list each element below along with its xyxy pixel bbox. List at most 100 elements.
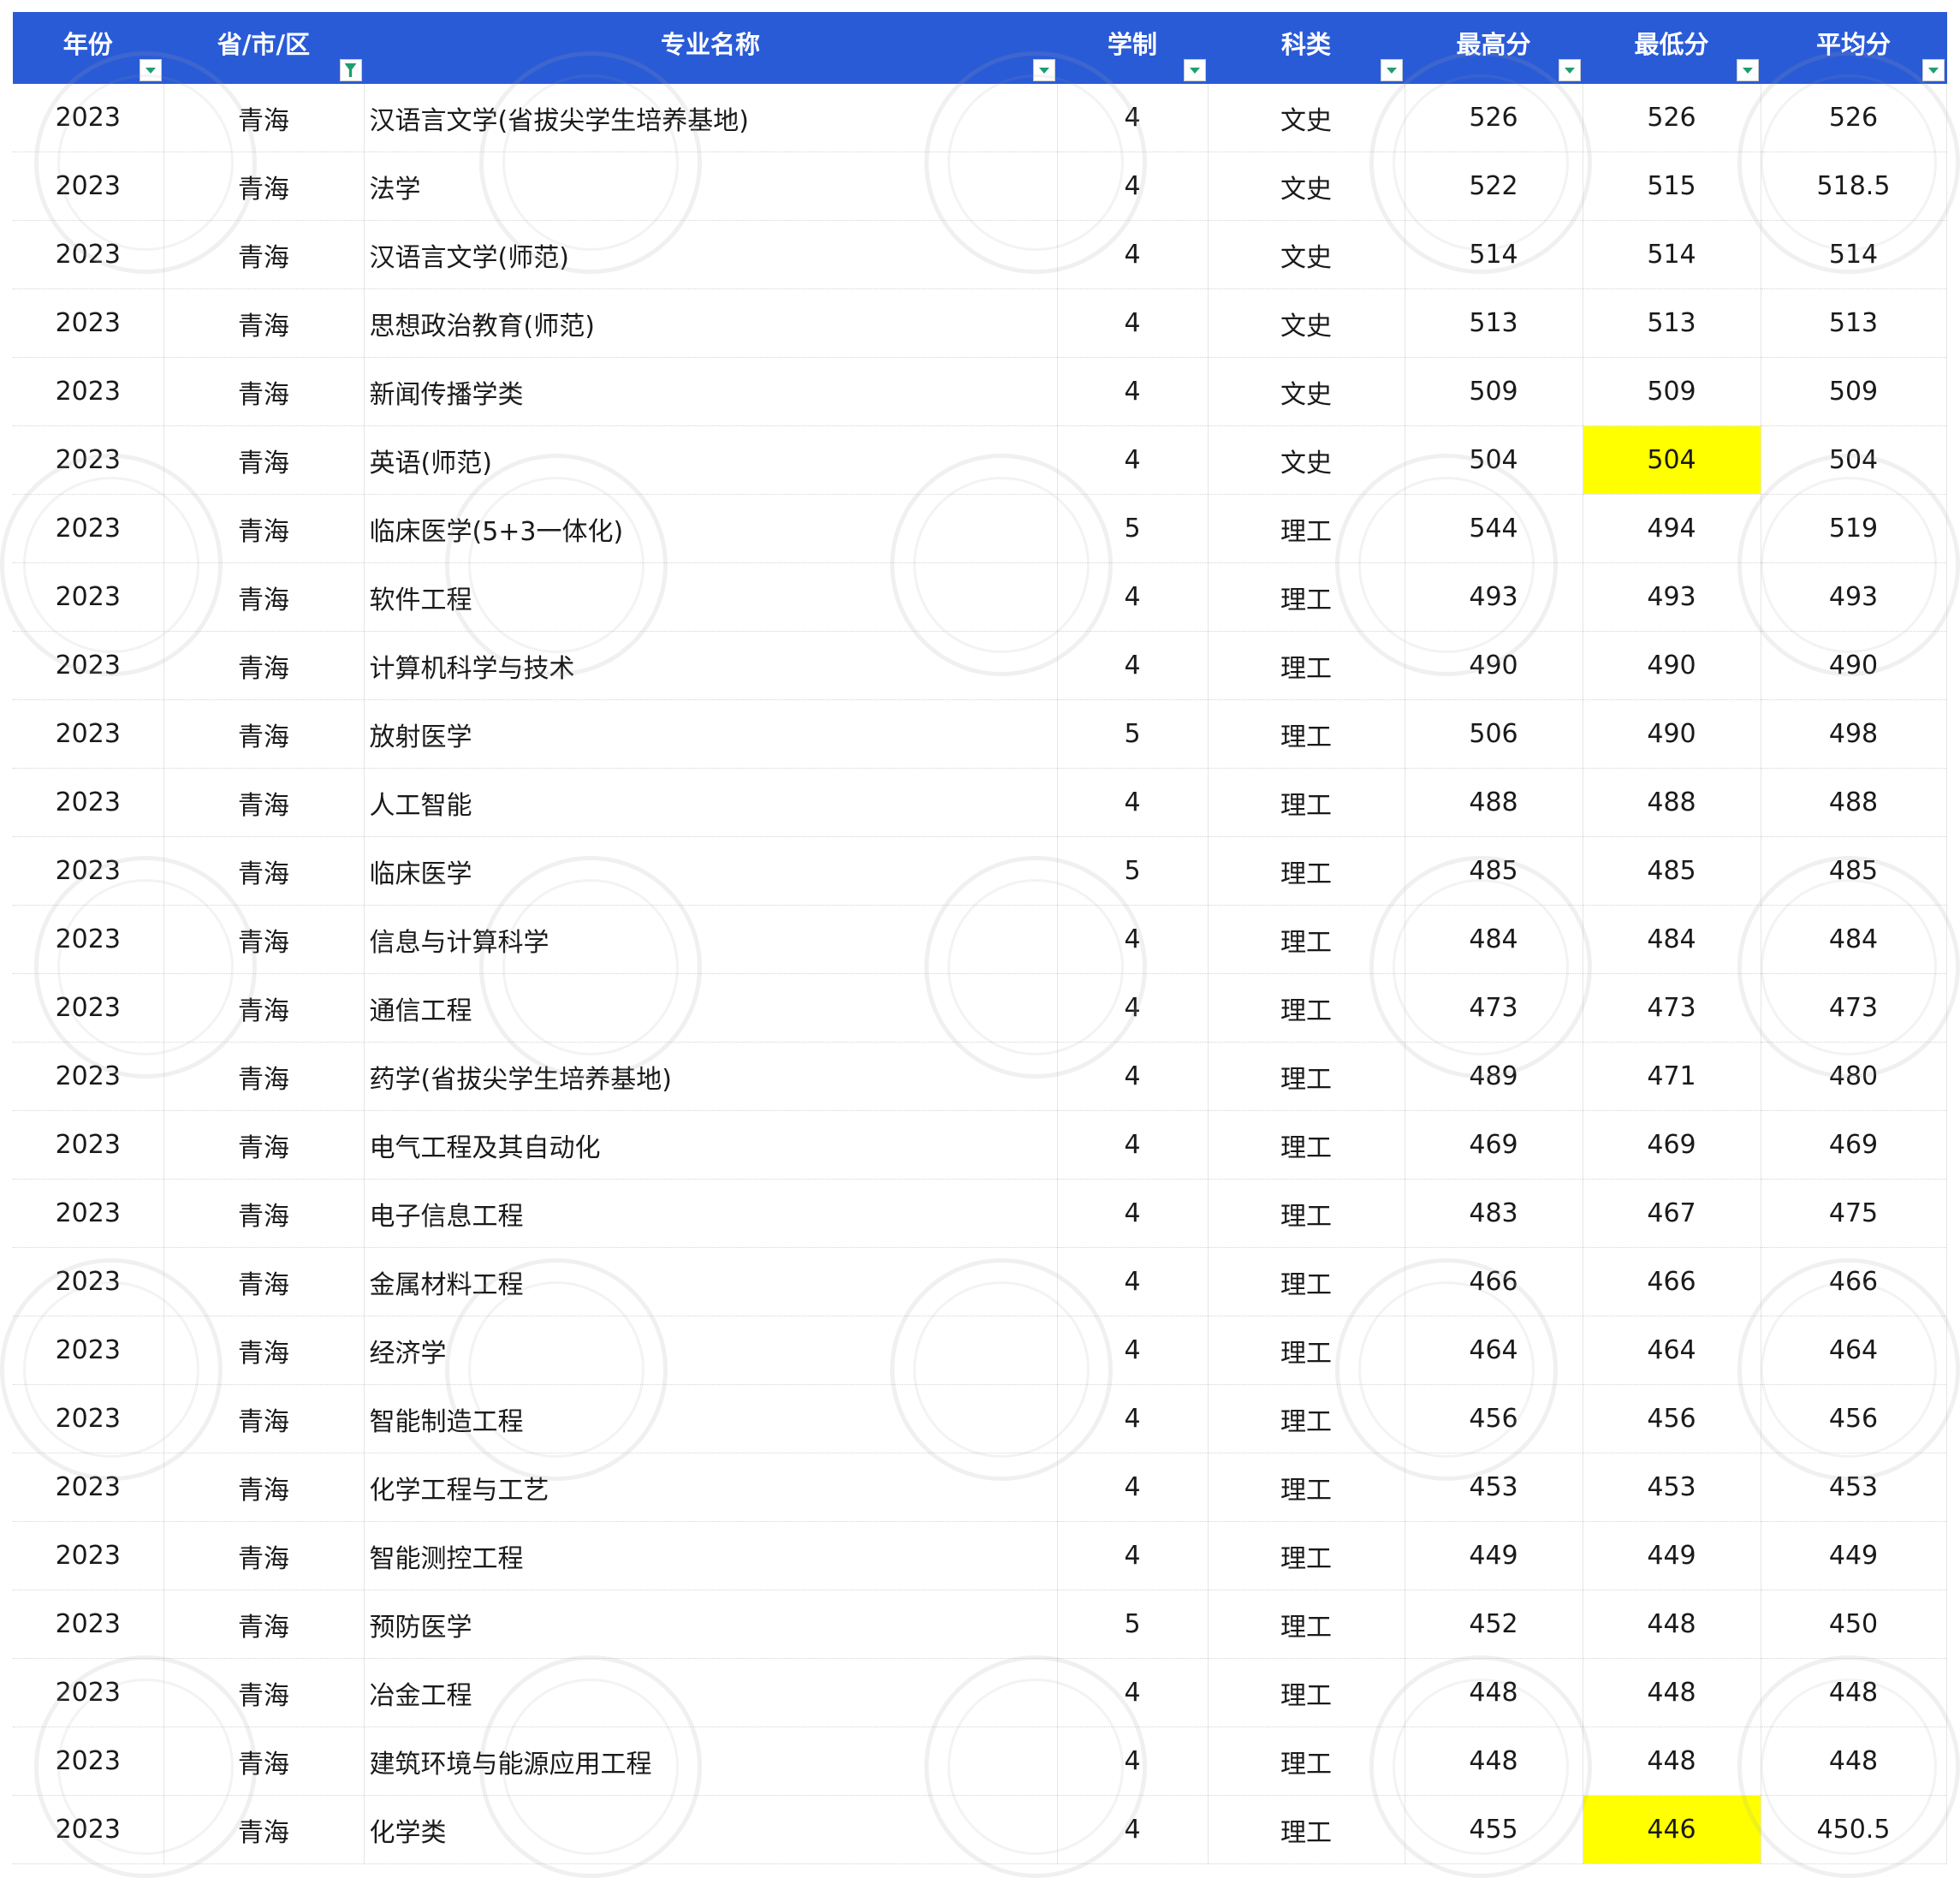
cell-category[interactable]: 理工 (1208, 631, 1405, 700)
column-header-max[interactable]: 最高分 (1405, 12, 1583, 84)
cell-min[interactable]: 448 (1583, 1726, 1761, 1796)
cell-major[interactable]: 软件工程 (364, 562, 1058, 632)
cell-max[interactable]: 504 (1405, 425, 1583, 495)
cell-category[interactable]: 理工 (1208, 494, 1405, 563)
cell-min[interactable]: 473 (1583, 973, 1761, 1043)
cell-max[interactable]: 466 (1405, 1247, 1583, 1316)
cell-duration[interactable]: 5 (1057, 699, 1209, 769)
cell-category[interactable]: 文史 (1208, 425, 1405, 495)
cell-min[interactable]: 484 (1583, 905, 1761, 974)
cell-min[interactable]: 494 (1583, 494, 1761, 563)
cell-province[interactable]: 青海 (163, 152, 365, 221)
cell-province[interactable]: 青海 (163, 1658, 365, 1727)
cell-category[interactable]: 理工 (1208, 768, 1405, 837)
cell-avg[interactable]: 498 (1761, 699, 1947, 769)
cell-major[interactable]: 计算机科学与技术 (364, 631, 1058, 700)
filter-dropdown-icon[interactable] (1032, 59, 1055, 81)
cell-min[interactable]: 526 (1583, 84, 1761, 152)
cell-category[interactable]: 文史 (1208, 220, 1405, 289)
cell-duration[interactable]: 4 (1057, 631, 1209, 700)
cell-province[interactable]: 青海 (163, 425, 365, 495)
cell-avg[interactable]: 469 (1761, 1110, 1947, 1180)
cell-max[interactable]: 522 (1405, 152, 1583, 221)
column-header-province[interactable]: 省/市/区 (163, 12, 365, 84)
cell-avg[interactable]: 493 (1761, 562, 1947, 632)
cell-avg[interactable]: 490 (1761, 631, 1947, 700)
cell-year[interactable]: 2023 (13, 699, 164, 769)
cell-major[interactable]: 冶金工程 (364, 1658, 1058, 1727)
cell-province[interactable]: 青海 (163, 1042, 365, 1111)
cell-duration[interactable]: 4 (1057, 357, 1209, 426)
cell-max[interactable]: 493 (1405, 562, 1583, 632)
cell-min[interactable]: 467 (1583, 1179, 1761, 1248)
cell-min[interactable]: 448 (1583, 1590, 1761, 1659)
cell-year[interactable]: 2023 (13, 1247, 164, 1316)
cell-duration[interactable]: 4 (1057, 220, 1209, 289)
cell-max[interactable]: 473 (1405, 973, 1583, 1043)
cell-min[interactable]: 448 (1583, 1658, 1761, 1727)
cell-category[interactable]: 文史 (1208, 152, 1405, 221)
filter-dropdown-icon[interactable] (1380, 59, 1403, 81)
cell-major[interactable]: 经济学 (364, 1316, 1058, 1385)
cell-major[interactable]: 放射医学 (364, 699, 1058, 769)
cell-category[interactable]: 理工 (1208, 905, 1405, 974)
cell-province[interactable]: 青海 (163, 1316, 365, 1385)
cell-avg[interactable]: 485 (1761, 836, 1947, 906)
cell-avg[interactable]: 450 (1761, 1590, 1947, 1659)
cell-duration[interactable]: 4 (1057, 152, 1209, 221)
cell-category[interactable]: 理工 (1208, 1795, 1405, 1864)
column-header-min[interactable]: 最低分 (1583, 12, 1761, 84)
cell-duration[interactable]: 4 (1057, 1179, 1209, 1248)
cell-avg[interactable]: 475 (1761, 1179, 1947, 1248)
cell-major[interactable]: 化学类 (364, 1795, 1058, 1864)
cell-min[interactable]: 504 (1583, 425, 1761, 495)
cell-major[interactable]: 思想政治教育(师范) (364, 288, 1058, 358)
cell-major[interactable]: 药学(省拔尖学生培养基地) (364, 1042, 1058, 1111)
cell-year[interactable]: 2023 (13, 1521, 164, 1590)
cell-province[interactable]: 青海 (163, 905, 365, 974)
cell-duration[interactable]: 4 (1057, 1658, 1209, 1727)
cell-province[interactable]: 青海 (163, 84, 365, 152)
cell-max[interactable]: 490 (1405, 631, 1583, 700)
cell-category[interactable]: 理工 (1208, 1384, 1405, 1453)
cell-major[interactable]: 信息与计算科学 (364, 905, 1058, 974)
cell-major[interactable]: 人工智能 (364, 768, 1058, 837)
cell-avg[interactable]: 509 (1761, 357, 1947, 426)
cell-province[interactable]: 青海 (163, 973, 365, 1043)
cell-year[interactable]: 2023 (13, 1726, 164, 1796)
cell-min[interactable]: 469 (1583, 1110, 1761, 1180)
cell-category[interactable]: 理工 (1208, 1658, 1405, 1727)
cell-avg[interactable]: 480 (1761, 1042, 1947, 1111)
cell-major[interactable]: 电子信息工程 (364, 1179, 1058, 1248)
cell-avg[interactable]: 449 (1761, 1521, 1947, 1590)
cell-year[interactable]: 2023 (13, 562, 164, 632)
cell-province[interactable]: 青海 (163, 357, 365, 426)
cell-duration[interactable]: 4 (1057, 973, 1209, 1043)
cell-year[interactable]: 2023 (13, 220, 164, 289)
cell-min[interactable]: 466 (1583, 1247, 1761, 1316)
cell-avg[interactable]: 519 (1761, 494, 1947, 563)
cell-min[interactable]: 456 (1583, 1384, 1761, 1453)
cell-province[interactable]: 青海 (163, 836, 365, 906)
cell-avg[interactable]: 453 (1761, 1453, 1947, 1522)
cell-min[interactable]: 471 (1583, 1042, 1761, 1111)
cell-year[interactable]: 2023 (13, 905, 164, 974)
cell-max[interactable]: 509 (1405, 357, 1583, 426)
cell-category[interactable]: 理工 (1208, 1179, 1405, 1248)
cell-min[interactable]: 446 (1583, 1795, 1761, 1864)
cell-year[interactable]: 2023 (13, 768, 164, 837)
cell-max[interactable]: 484 (1405, 905, 1583, 974)
cell-province[interactable]: 青海 (163, 1453, 365, 1522)
cell-duration[interactable]: 4 (1057, 1726, 1209, 1796)
cell-province[interactable]: 青海 (163, 220, 365, 289)
cell-year[interactable]: 2023 (13, 1316, 164, 1385)
cell-province[interactable]: 青海 (163, 562, 365, 632)
cell-max[interactable]: 489 (1405, 1042, 1583, 1111)
cell-duration[interactable]: 4 (1057, 1042, 1209, 1111)
cell-duration[interactable]: 4 (1057, 768, 1209, 837)
cell-category[interactable]: 理工 (1208, 699, 1405, 769)
cell-duration[interactable]: 4 (1057, 562, 1209, 632)
cell-major[interactable]: 英语(师范) (364, 425, 1058, 495)
cell-major[interactable]: 通信工程 (364, 973, 1058, 1043)
cell-max[interactable]: 526 (1405, 84, 1583, 152)
